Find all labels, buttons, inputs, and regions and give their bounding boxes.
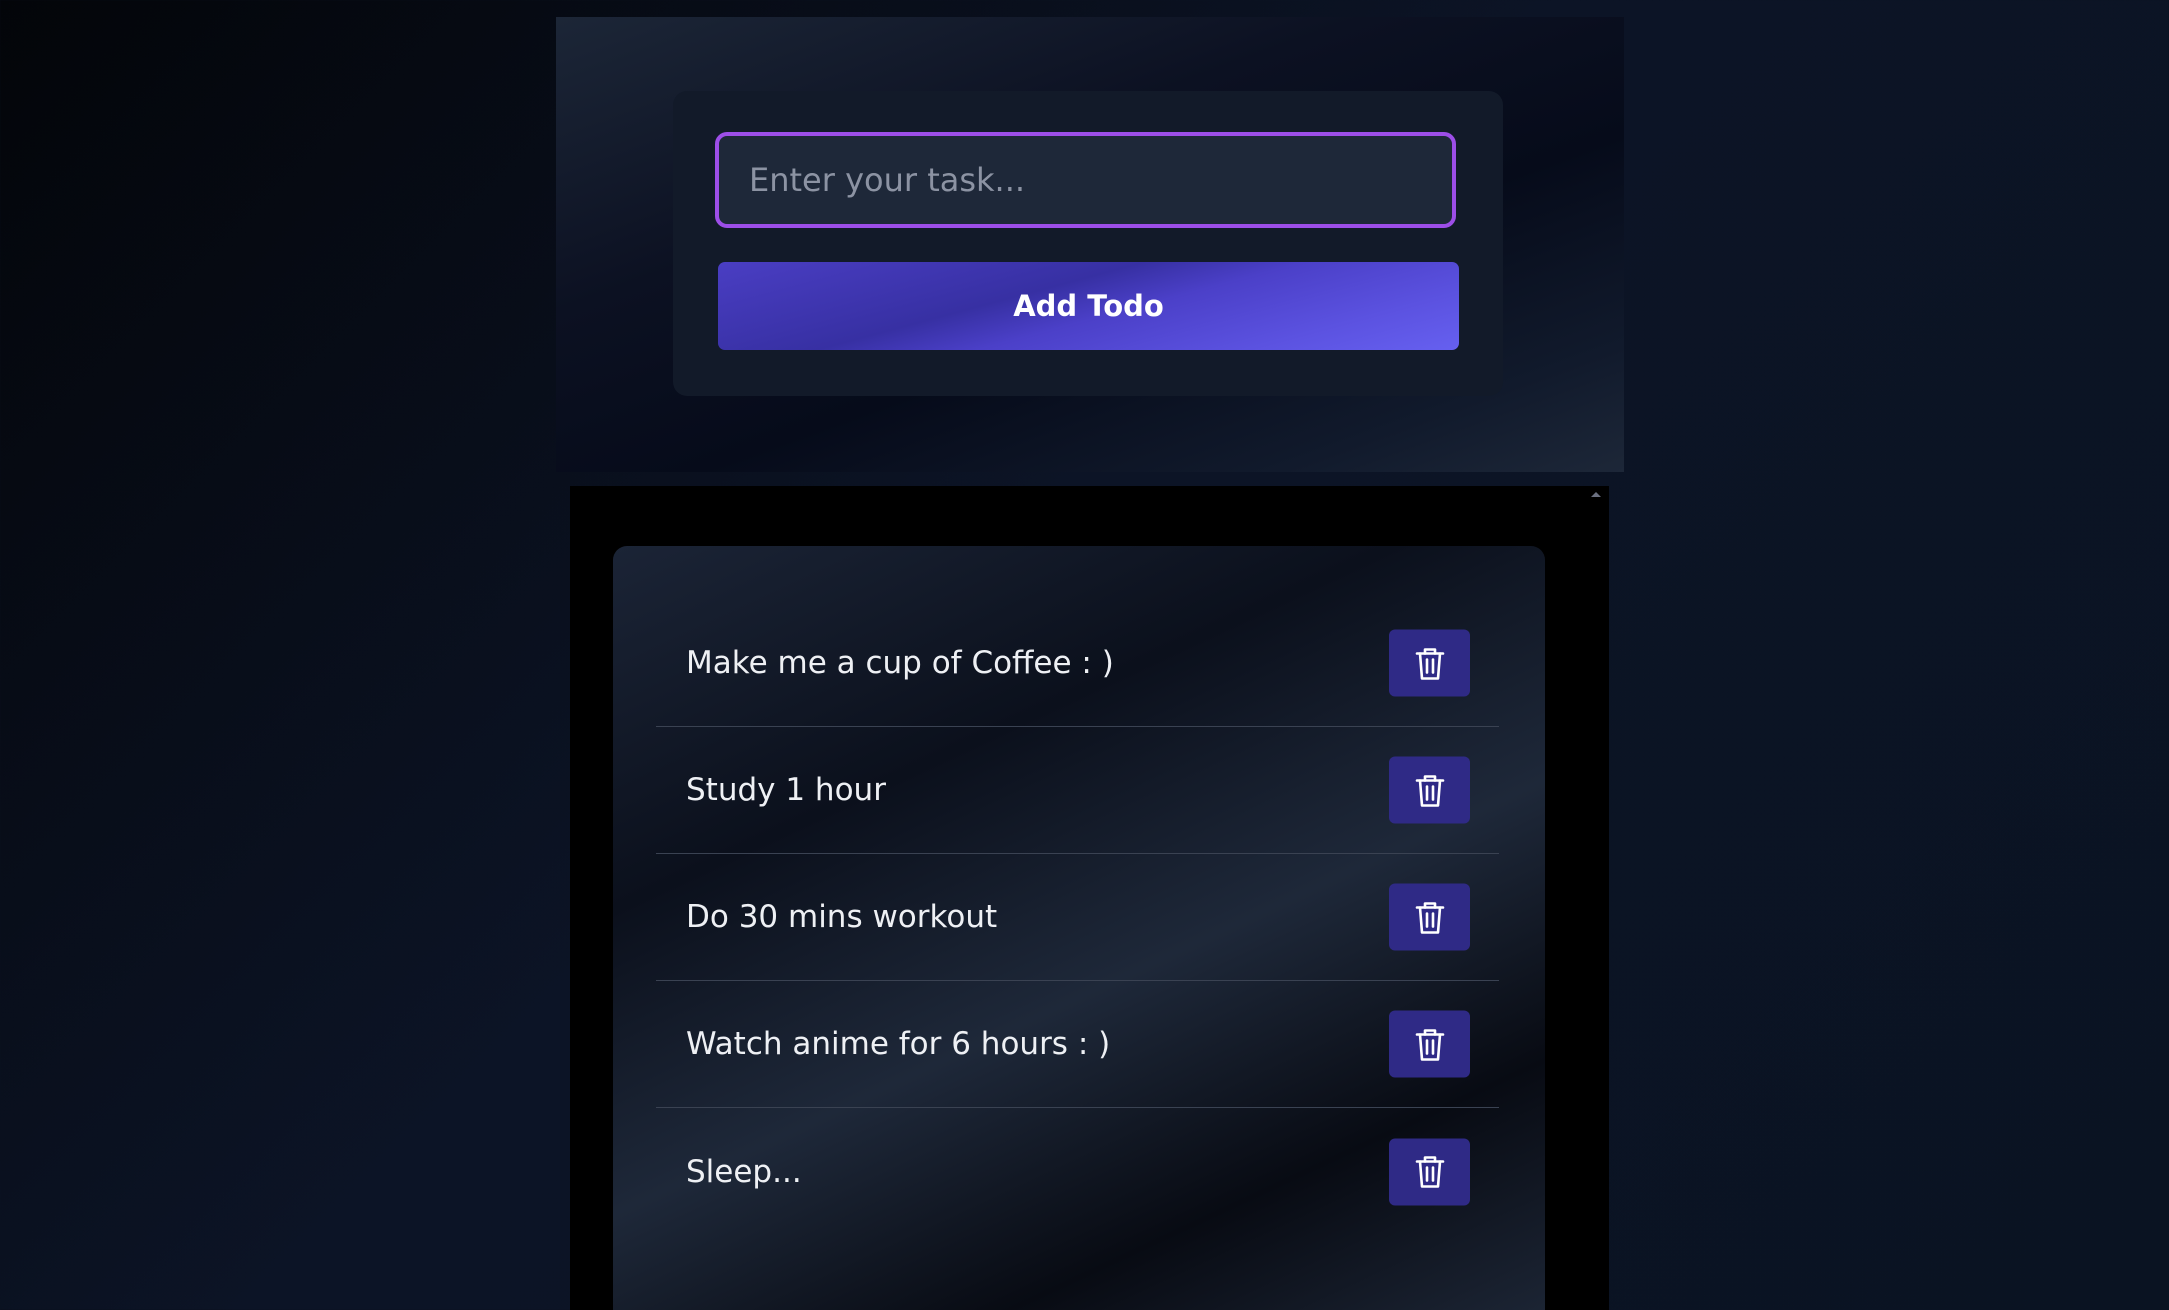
todo-list: Make me a cup of Coffee : ) Study 1 hour…	[656, 600, 1499, 1235]
trash-icon	[1414, 1154, 1446, 1190]
todo-item: Study 1 hour	[656, 727, 1499, 854]
delete-todo-button[interactable]	[1389, 1138, 1470, 1205]
todo-list-card: Make me a cup of Coffee : ) Study 1 hour…	[613, 546, 1545, 1310]
todo-input-panel: Add Todo	[556, 17, 1624, 472]
todo-item: Sleep...	[656, 1108, 1499, 1235]
trash-icon	[1414, 899, 1446, 935]
todo-text: Sleep...	[686, 1153, 802, 1190]
delete-todo-button[interactable]	[1389, 1010, 1470, 1078]
todo-item: Make me a cup of Coffee : )	[656, 600, 1499, 727]
delete-todo-button[interactable]	[1389, 629, 1470, 697]
todo-item: Watch anime for 6 hours : )	[656, 981, 1499, 1108]
delete-todo-button[interactable]	[1389, 883, 1470, 951]
todo-text: Watch anime for 6 hours : )	[686, 1026, 1111, 1062]
trash-icon	[1414, 772, 1446, 808]
todo-list-panel: Make me a cup of Coffee : ) Study 1 hour…	[570, 486, 1609, 1310]
scroll-up-arrow[interactable]	[1591, 492, 1601, 497]
trash-icon	[1414, 1026, 1446, 1062]
todo-text: Do 30 mins workout	[686, 899, 998, 935]
delete-todo-button[interactable]	[1389, 756, 1470, 824]
add-todo-button[interactable]: Add Todo	[718, 262, 1459, 350]
todo-text: Study 1 hour	[686, 772, 886, 808]
task-input[interactable]	[715, 132, 1456, 228]
todo-item: Do 30 mins workout	[656, 854, 1499, 981]
todo-input-card: Add Todo	[673, 91, 1503, 396]
todo-text: Make me a cup of Coffee : )	[686, 645, 1114, 681]
trash-icon	[1414, 645, 1446, 681]
